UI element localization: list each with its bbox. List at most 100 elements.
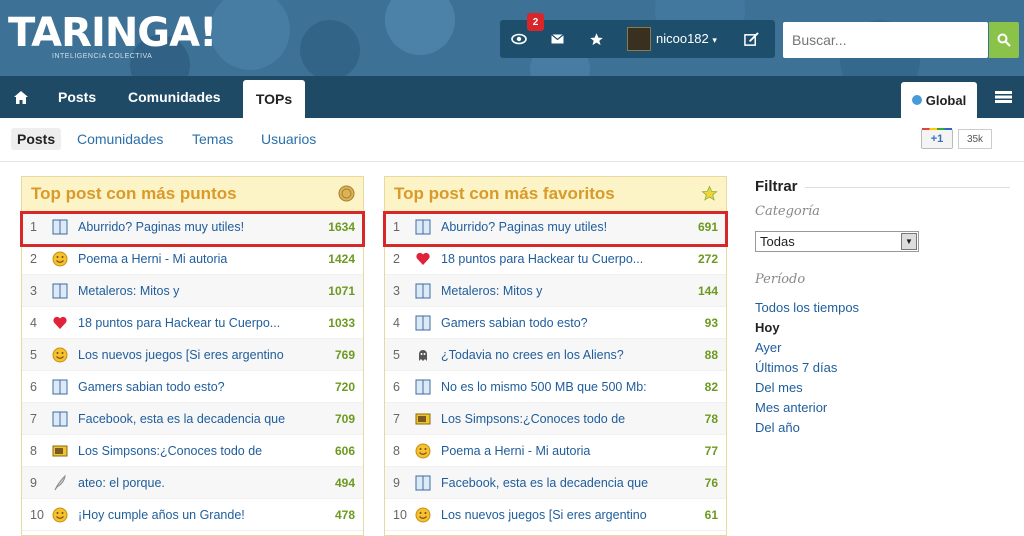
smiley-icon <box>415 443 431 459</box>
post-title-link[interactable]: Los nuevos juegos [Si eres argentino <box>78 348 306 362</box>
points-value: 88 <box>704 347 718 362</box>
list-item[interactable]: 10 ¡Hoy cumple años un Grande! 478 <box>22 499 363 531</box>
post-title-link[interactable]: 18 puntos para Hackear tu Cuerpo... <box>441 252 669 266</box>
panel-header: Top post con más favoritos <box>385 177 726 211</box>
subtab-comunidades[interactable]: Comunidades <box>71 128 169 150</box>
panel-header: Top post con más puntos <box>22 177 363 211</box>
points-value: 144 <box>697 283 718 298</box>
list-item[interactable]: 8 Poema a Herni - Mi autoria 77 <box>385 435 726 467</box>
period-option[interactable]: Últimos 7 días <box>755 360 837 375</box>
points-value: 1071 <box>328 283 355 298</box>
rank-number: 8 <box>393 443 400 458</box>
list-item[interactable]: 3 Metaleros: Mitos y 1071 <box>22 275 363 307</box>
rank-number: 10 <box>30 507 44 522</box>
post-title-link[interactable]: Los Simpsons:¿Conoces todo de <box>441 412 669 426</box>
subtab-posts[interactable]: Posts <box>11 128 62 150</box>
post-title-link[interactable]: Facebook, esta es la decadencia que <box>441 476 669 490</box>
smiley-icon <box>415 507 431 523</box>
list-item[interactable]: 4 18 puntos para Hackear tu Cuerpo... 1033 <box>22 307 363 339</box>
post-title-link[interactable]: Poema a Herni - Mi autoria <box>78 252 306 266</box>
divider <box>805 187 1010 188</box>
post-title-link[interactable]: Metaleros: Mitos y <box>78 284 306 298</box>
list-item[interactable]: 7 Los Simpsons:¿Conoces todo de 78 <box>385 403 726 435</box>
list-item[interactable]: 2 Poema a Herni - Mi autoria 1424 <box>22 243 363 275</box>
points-value: 494 <box>334 475 355 490</box>
book-icon <box>415 315 431 331</box>
nav-posts[interactable]: Posts <box>58 76 96 118</box>
period-option[interactable]: Del año <box>755 420 800 435</box>
post-title-link[interactable]: Poema a Herni - Mi autoria <box>441 444 669 458</box>
points-value: 720 <box>334 379 355 394</box>
post-title-link[interactable]: ¡Hoy cumple años un Grande! <box>78 508 306 522</box>
post-title-link[interactable]: Los nuevos juegos [Si eres argentino <box>441 508 669 522</box>
points-value: 78 <box>704 411 718 426</box>
search-button[interactable] <box>989 22 1019 58</box>
list-item[interactable]: 7 Facebook, esta es la decadencia que 709 <box>22 403 363 435</box>
list-item[interactable]: 6 No es lo mismo 500 MB que 500 Mb: 82 <box>385 371 726 403</box>
book-icon <box>415 379 431 395</box>
list-item[interactable]: 8 Los Simpsons:¿Conoces todo de 606 <box>22 435 363 467</box>
post-title-link[interactable]: ¿Todavia no crees en los Aliens? <box>441 348 669 362</box>
heart-icon <box>52 315 68 331</box>
alien-icon <box>415 347 431 363</box>
mail-icon[interactable] <box>539 20 575 58</box>
period-option[interactable]: Del mes <box>755 380 803 395</box>
period-option[interactable]: Mes anterior <box>755 400 827 415</box>
list-item[interactable]: 10 Los nuevos juegos [Si eres argentino 61 <box>385 499 726 531</box>
global-selector[interactable]: Global <box>901 82 977 118</box>
points-value: 272 <box>697 251 718 266</box>
heart-icon <box>415 251 431 267</box>
smiley-icon <box>52 347 68 363</box>
list-item[interactable]: 2 18 puntos para Hackear tu Cuerpo... 272 <box>385 243 726 275</box>
list-item[interactable]: 3 Metaleros: Mitos y 144 <box>385 275 726 307</box>
list-item[interactable]: 6 Gamers sabian todo esto? 720 <box>22 371 363 403</box>
menu-icon[interactable] <box>995 76 1012 118</box>
book-icon <box>52 379 68 395</box>
subtab-temas[interactable]: Temas <box>186 128 239 150</box>
post-title-link[interactable]: ateo: el porque. <box>78 476 306 490</box>
points-value: 769 <box>334 347 355 362</box>
post-title-link[interactable]: Gamers sabian todo esto? <box>78 380 306 394</box>
book-icon <box>415 283 431 299</box>
subtab-usuarios[interactable]: Usuarios <box>255 128 322 150</box>
panel-title: Top post con más favoritos <box>394 184 615 203</box>
list-item[interactable]: 5 Los nuevos juegos [Si eres argentino 769 <box>22 339 363 371</box>
user-avatar[interactable] <box>627 27 651 51</box>
top-favorites-list: 1 Aburrido? Paginas muy utiles! 691 2 18 pun… <box>385 211 726 531</box>
rank-number: 8 <box>30 443 37 458</box>
rank-number: 4 <box>393 315 400 330</box>
post-title-link[interactable]: No es lo mismo 500 MB que 500 Mb: <box>441 380 669 394</box>
post-title-link[interactable]: Gamers sabian todo esto? <box>441 316 669 330</box>
post-title-link[interactable]: Los Simpsons:¿Conoces todo de <box>78 444 306 458</box>
star-icon <box>701 185 718 201</box>
list-item[interactable]: 5 ¿Todavia no crees en los Aliens? 88 <box>385 339 726 371</box>
favorites-star-icon[interactable] <box>578 20 614 58</box>
search-box <box>783 22 988 58</box>
points-value: 93 <box>704 315 718 330</box>
nav-tops[interactable]: TOPs <box>243 80 305 118</box>
search-input[interactable] <box>783 22 978 58</box>
username-menu[interactable]: nicoo182 ▾ <box>656 31 717 46</box>
post-title-link[interactable]: Facebook, esta es la decadencia que <box>78 412 306 426</box>
category-select[interactable]: Todas ▼ <box>755 231 919 252</box>
nav-comunidades[interactable]: Comunidades <box>128 76 221 118</box>
post-title-link[interactable]: 18 puntos para Hackear tu Cuerpo... <box>78 316 306 330</box>
compose-icon[interactable] <box>733 20 769 58</box>
list-item[interactable]: 9 Facebook, esta es la decadencia que 76 <box>385 467 726 499</box>
list-item[interactable]: 4 Gamers sabian todo esto? 93 <box>385 307 726 339</box>
smiley-icon <box>52 251 68 267</box>
tv-icon <box>52 443 68 459</box>
book-icon <box>52 283 68 299</box>
rank-number: 3 <box>30 283 37 298</box>
period-option[interactable]: Hoy <box>755 320 780 335</box>
period-option[interactable]: Ayer <box>755 340 782 355</box>
google-plus-button[interactable]: +1 <box>921 128 953 149</box>
highlight-box <box>20 211 365 247</box>
tv-icon <box>415 411 431 427</box>
list-item[interactable]: 9 ateo: el porque. 494 <box>22 467 363 499</box>
post-title-link[interactable]: Metaleros: Mitos y <box>441 284 669 298</box>
book-icon <box>415 475 431 491</box>
home-icon[interactable] <box>14 76 28 118</box>
site-logo[interactable]: TARINGA! <box>8 10 217 56</box>
period-option[interactable]: Todos los tiempos <box>755 300 859 315</box>
